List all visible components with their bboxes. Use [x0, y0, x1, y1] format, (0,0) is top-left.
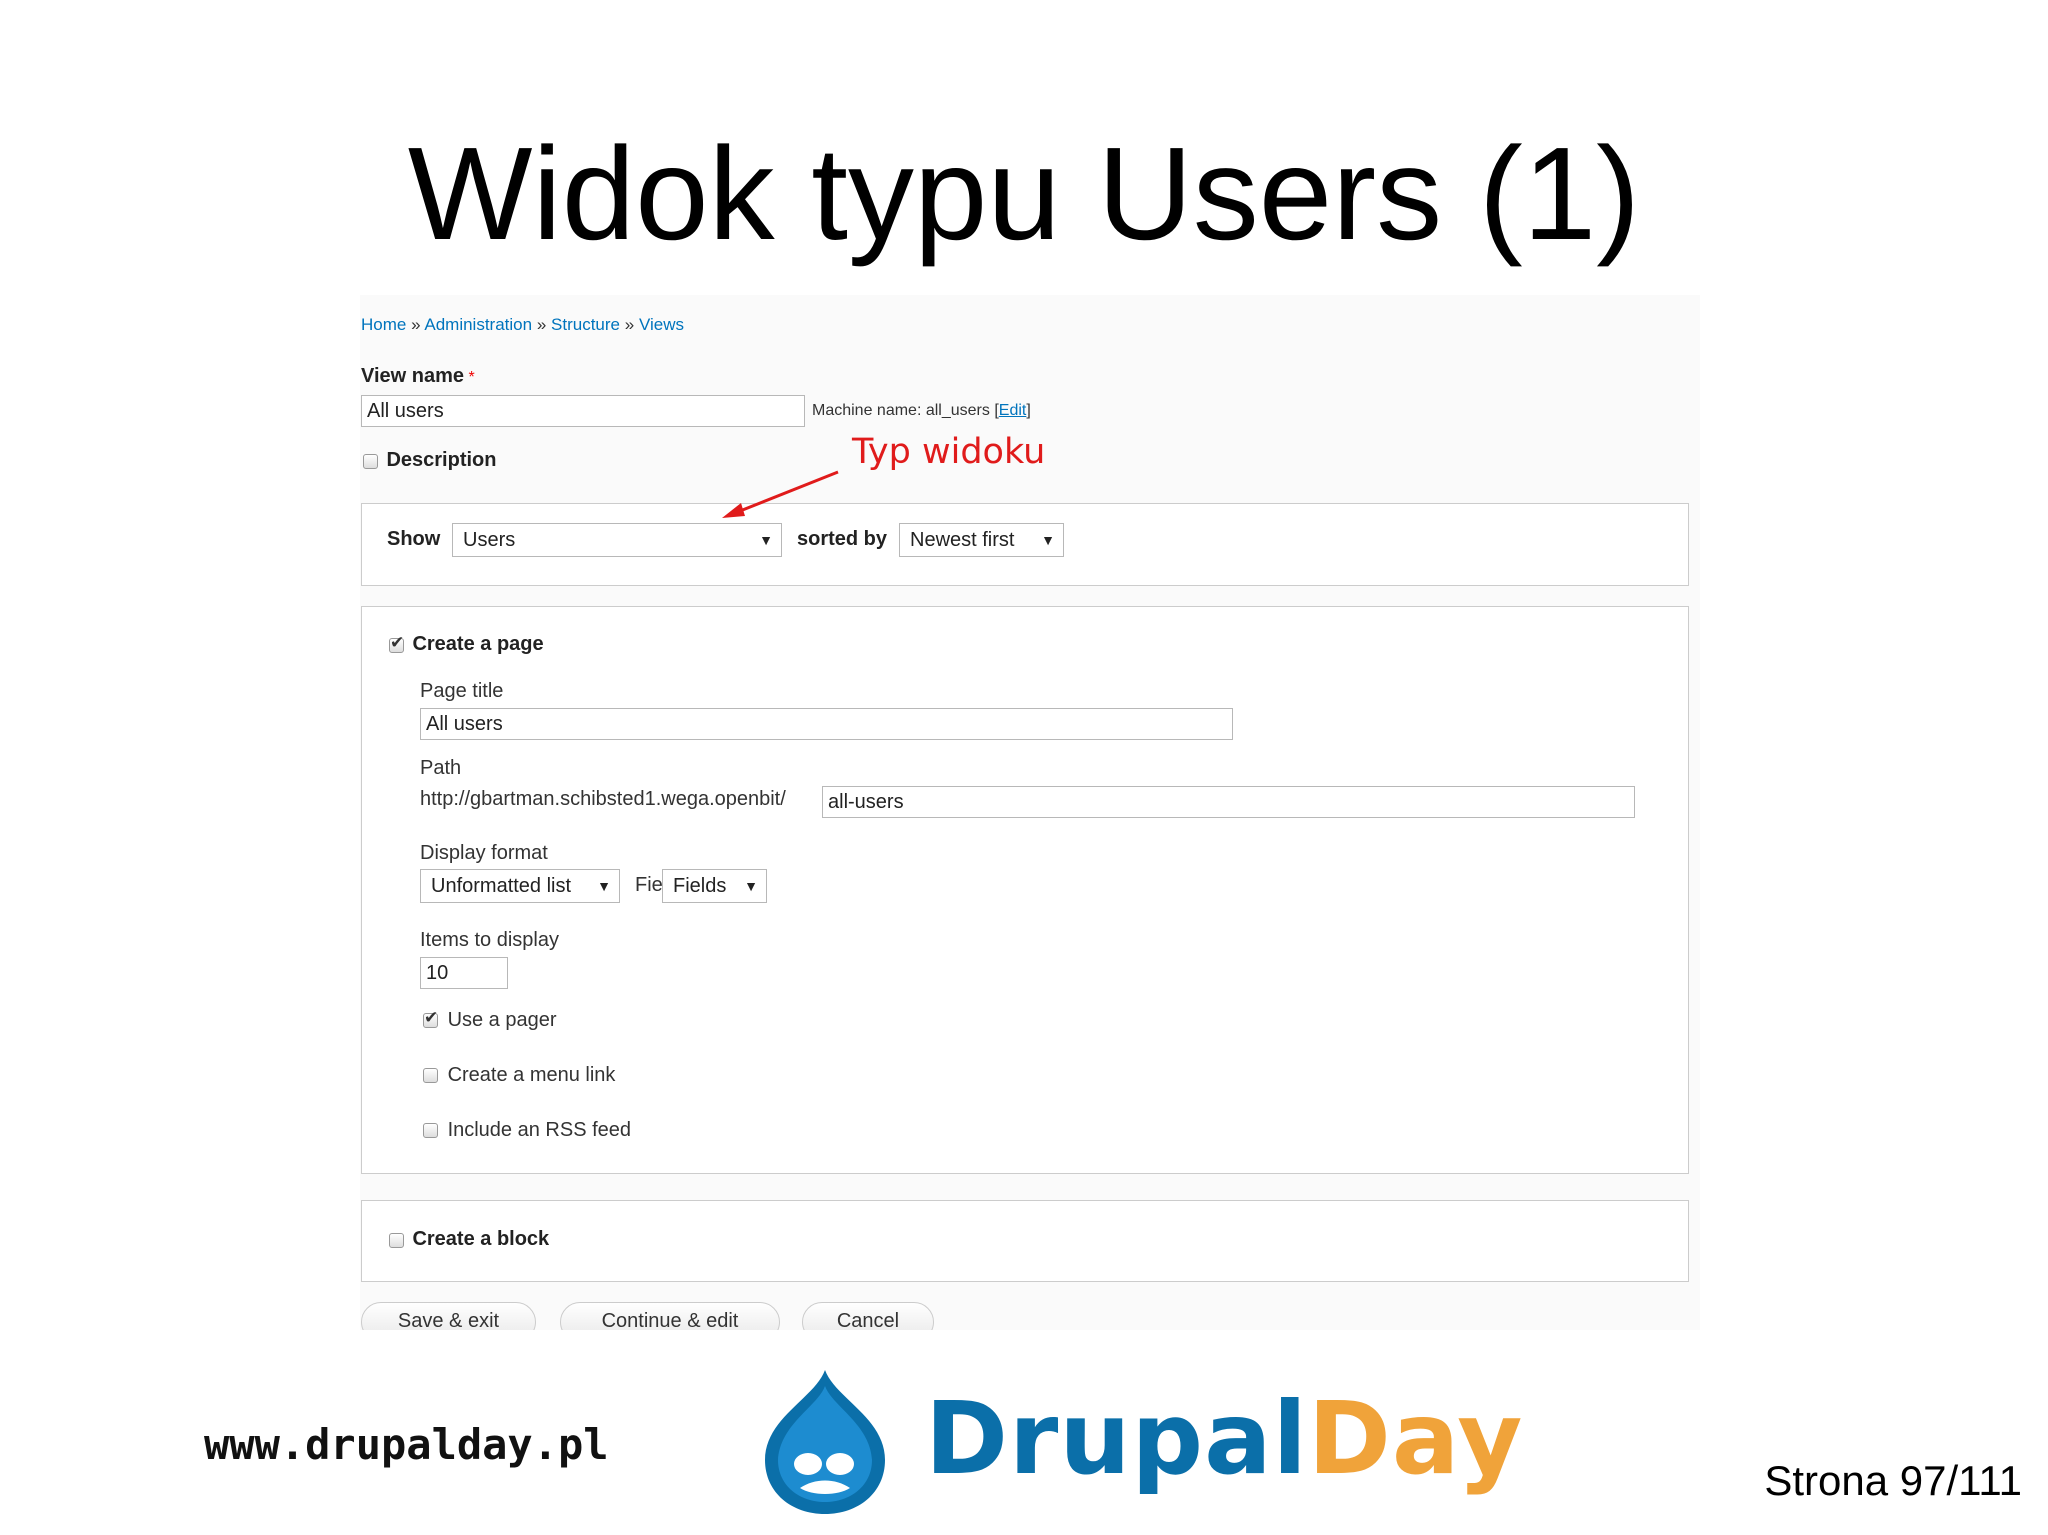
use-pager-toggle[interactable]: Use a pager: [423, 1008, 557, 1032]
breadcrumb-home[interactable]: Home: [361, 315, 406, 334]
drupalday-wordmark: DrupalDay: [925, 1380, 1523, 1497]
breadcrumb-separator: »: [536, 315, 547, 334]
breadcrumb-structure[interactable]: Structure: [551, 315, 620, 334]
items-to-display-label: Items to display: [420, 929, 559, 951]
create-page-label: Create a page: [412, 633, 544, 655]
continue-edit-button[interactable]: Continue & edit: [560, 1302, 780, 1330]
block-fieldset: Create a block: [361, 1200, 1689, 1282]
page-fieldset: Create a page Page title All users Path …: [361, 606, 1689, 1174]
create-block-checkbox[interactable]: [389, 1233, 404, 1249]
breadcrumb-administration[interactable]: Administration: [424, 315, 532, 334]
menu-link-toggle[interactable]: Create a menu link: [423, 1064, 615, 1087]
slide-title: Widok typu Users (1): [407, 120, 1641, 267]
description-checkbox[interactable]: [363, 454, 378, 470]
footer-url: www.drupalday.pl: [204, 1420, 609, 1469]
description-label: Description: [386, 449, 497, 471]
breadcrumb-separator: »: [624, 315, 635, 334]
path-input[interactable]: all-users: [822, 786, 1635, 818]
create-block-label: Create a block: [412, 1228, 550, 1250]
use-pager-checkbox[interactable]: [423, 1008, 438, 1029]
breadcrumb: Home » Administration » Structure » View…: [361, 315, 684, 335]
fields-value: Fields: [673, 875, 727, 897]
page-title-input[interactable]: All users: [420, 708, 1233, 740]
display-format-value: Unformatted list: [431, 875, 572, 897]
description-toggle[interactable]: Description: [363, 449, 496, 472]
machine-name-edit-link[interactable]: Edit: [999, 402, 1027, 419]
show-label: Show: [387, 528, 441, 550]
show-select-value: Users: [463, 529, 516, 551]
rss-feed-toggle[interactable]: Include an RSS feed: [423, 1119, 631, 1142]
sorted-by-select[interactable]: Newest first ▼: [899, 523, 1064, 557]
drupal-drop-logo-icon: [765, 1370, 885, 1514]
menu-link-checkbox[interactable]: [423, 1068, 438, 1084]
path-label: Path: [420, 757, 462, 779]
dropdown-arrow-icon: ▼: [1041, 532, 1055, 548]
create-page-checkbox[interactable]: [389, 633, 404, 654]
rss-feed-label: Include an RSS feed: [447, 1119, 632, 1141]
breadcrumb-views[interactable]: Views: [639, 315, 684, 334]
path-prefix: http://gbartman.schibsted1.wega.openbit/: [420, 788, 786, 810]
create-page-toggle[interactable]: Create a page: [389, 633, 544, 656]
required-mark: *: [468, 369, 475, 386]
logo-word-drupal: Drupal: [925, 1380, 1308, 1497]
save-exit-button[interactable]: Save & exit: [361, 1302, 536, 1330]
menu-link-label: Create a menu link: [447, 1064, 616, 1086]
fields-select[interactable]: Fields ▼: [662, 869, 767, 903]
machine-name: Machine name: all_users [Edit]: [812, 402, 1031, 419]
create-block-toggle[interactable]: Create a block: [389, 1228, 549, 1251]
view-name-input[interactable]: All users: [361, 395, 805, 427]
cancel-button[interactable]: Cancel: [802, 1302, 934, 1330]
show-select[interactable]: Users ▼: [452, 523, 782, 557]
rss-feed-checkbox[interactable]: [423, 1123, 438, 1139]
page-title-label: Page title: [420, 680, 504, 702]
page-number: Strona 97/111: [1764, 1457, 2022, 1504]
dropdown-arrow-icon: ▼: [597, 878, 611, 894]
breadcrumb-separator: »: [411, 315, 421, 334]
show-fieldset: Show Users ▼ sorted by Newest first ▼: [361, 503, 1689, 586]
dropdown-arrow-icon: ▼: [744, 878, 758, 894]
sorted-by-value: Newest first: [910, 529, 1015, 551]
use-pager-label: Use a pager: [447, 1009, 557, 1031]
logo-word-day: Day: [1307, 1380, 1524, 1497]
display-format-select[interactable]: Unformatted list ▼: [420, 869, 620, 903]
sorted-by-label: sorted by: [797, 528, 888, 550]
display-format-label: Display format: [420, 842, 548, 864]
view-name-label: View name *: [361, 365, 475, 387]
dropdown-arrow-icon: ▼: [759, 532, 773, 548]
annotation-label: Typ widoku: [852, 432, 1046, 472]
items-to-display-input[interactable]: 10: [420, 957, 508, 989]
annotation-arrow-icon: [722, 470, 839, 518]
